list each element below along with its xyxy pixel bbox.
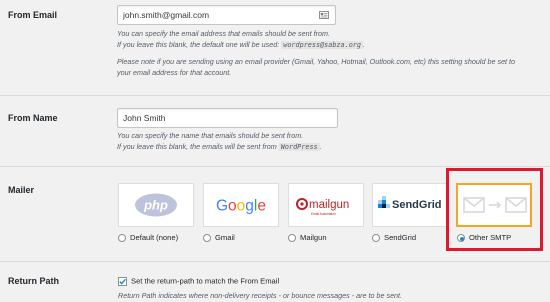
from-name-desc-1: You can specify the name that emails sho… [117, 131, 304, 140]
wordpress-code: WordPress [278, 142, 320, 151]
radio-default[interactable]: Default (none) [118, 233, 178, 242]
from-email-row: From Email john.smith@gmail.com You can … [0, 0, 550, 96]
mailer-card-mailgun[interactable]: mailgun Email Automation [288, 183, 364, 227]
return-path-label: Return Path [8, 276, 60, 286]
sendgrid-logo-text: SendGrid [392, 199, 442, 211]
php-logo: php [135, 193, 177, 217]
mailgun-logo: mailgun Email Automation [296, 198, 349, 216]
default-email-code: wordpress@sabza.org [281, 40, 363, 49]
google-logo: Google [216, 198, 266, 215]
return-path-checkbox[interactable] [118, 276, 127, 286]
radio-mailgun-circle[interactable] [288, 233, 296, 242]
from-name-value: John Smith [123, 113, 166, 123]
mailer-card-sendgrid[interactable]: SendGrid [372, 183, 448, 227]
radio-gmail-label: Gmail [215, 233, 235, 242]
return-path-option[interactable]: Set the return-path to match the From Em… [118, 276, 279, 286]
contact-card-icon[interactable] [319, 11, 329, 19]
mailer-card-gmail[interactable]: Google [203, 183, 279, 227]
radio-sendgrid[interactable]: SendGrid [372, 233, 416, 242]
mailgun-logo-subtext: Email Automation [311, 212, 336, 216]
from-email-note-1: Please note if you are sending using an … [117, 57, 516, 66]
radio-default-label: Default (none) [130, 233, 179, 242]
from-name-input[interactable]: John Smith [117, 108, 338, 128]
mailgun-logo-text: mailgun [309, 199, 349, 211]
radio-default-circle[interactable] [118, 233, 126, 242]
from-name-desc-2: If you leave this blank, the emails will… [117, 141, 322, 151]
radio-mailgun[interactable]: Mailgun [288, 233, 327, 242]
sendgrid-logo: SendGrid [378, 196, 442, 211]
from-email-input[interactable]: john.smith@gmail.com [117, 5, 336, 25]
divider-3 [0, 261, 550, 262]
radio-gmail-circle[interactable] [203, 233, 211, 242]
radio-gmail[interactable]: Gmail [203, 233, 235, 242]
from-email-note-2: your email address for that account. [117, 67, 232, 77]
divider-2 [0, 166, 550, 167]
radio-mailgun-label: Mailgun [300, 233, 327, 242]
php-logo-text: php [143, 198, 168, 213]
return-path-checkbox-label: Set the return-path to match the From Em… [131, 276, 280, 286]
from-email-desc-2: If you leave this blank, the default one… [117, 39, 365, 49]
from-email-value: john.smith@gmail.com [123, 10, 210, 20]
google-logo-text: Google [216, 198, 266, 215]
from-email-label: From Email [8, 10, 58, 20]
return-path-desc: Return Path indicates where non-delivery… [118, 291, 403, 300]
radio-sendgrid-circle[interactable] [372, 233, 380, 242]
from-email-desc-1: You can specify the email address that e… [117, 29, 330, 38]
mailer-label: Mailer [8, 185, 35, 195]
highlight-box [446, 168, 543, 251]
from-name-row: From Name John Smith You can specify the… [0, 96, 550, 166]
radio-sendgrid-label: SendGrid [384, 233, 417, 242]
from-name-label: From Name [8, 113, 58, 123]
checkmark-icon [119, 278, 126, 285]
mailer-card-php[interactable]: php [118, 183, 194, 227]
